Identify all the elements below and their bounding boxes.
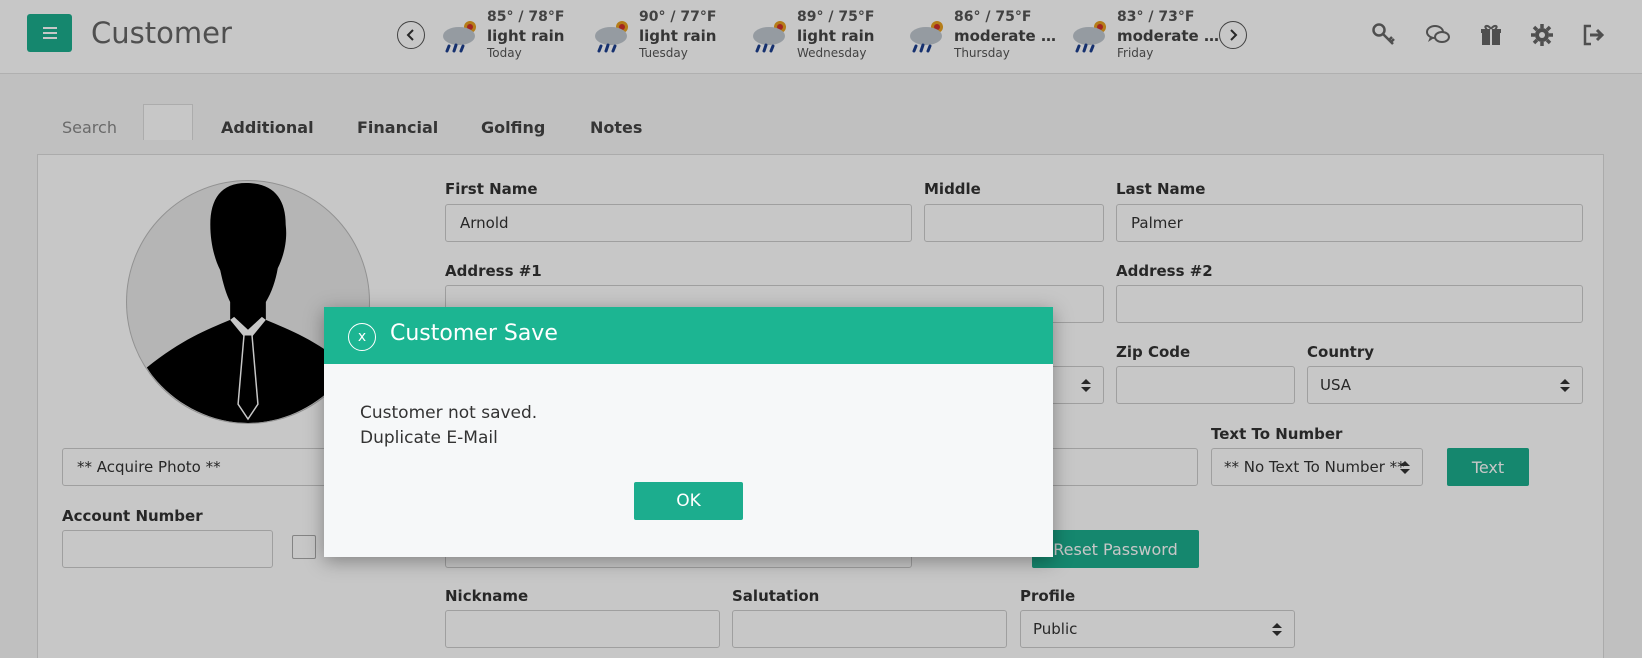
ok-button[interactable]: OK [634,482,743,520]
dialog-message-line2: Duplicate E-Mail [360,428,498,448]
dialog-title: Customer Save [390,321,558,346]
dialog-header: x Customer Save [324,307,1053,364]
close-icon[interactable]: x [348,323,376,351]
customer-save-dialog: x Customer Save Customer not saved. Dupl… [324,307,1053,557]
dialog-message-line1: Customer not saved. [360,403,538,423]
